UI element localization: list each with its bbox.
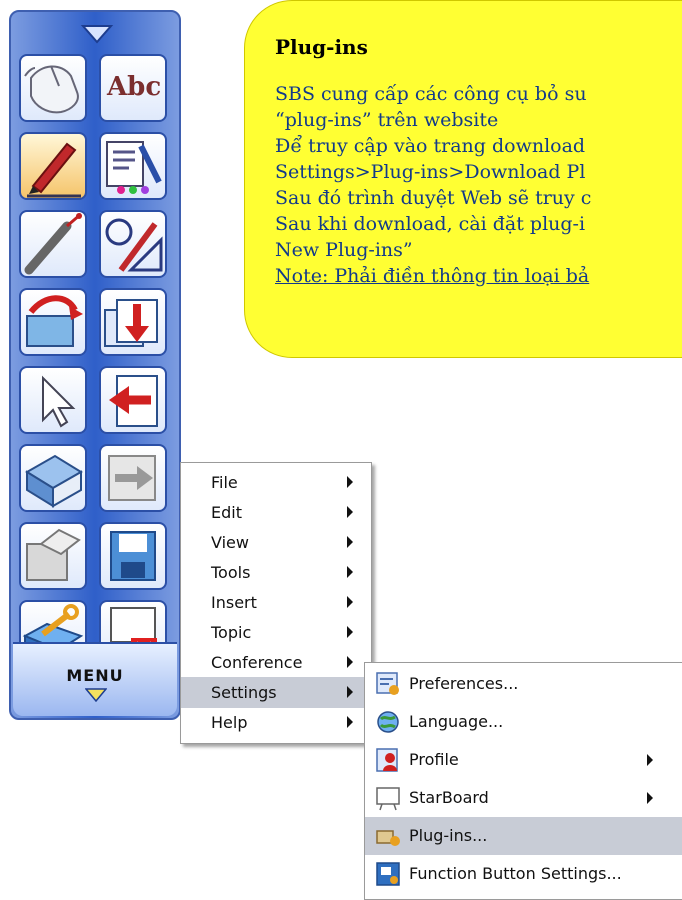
note-line: SBS cung cấp các công cụ bỏ su — [275, 83, 587, 105]
submenu-item-profile[interactable]: Profile — [365, 741, 682, 779]
submenu-arrow-icon — [347, 656, 353, 668]
function-button-icon — [376, 862, 400, 886]
next-page-button[interactable] — [99, 444, 167, 512]
submenu-arrow-icon — [347, 686, 353, 698]
menu-item-help[interactable]: Help — [181, 707, 371, 738]
menu-item-view[interactable]: View — [181, 527, 371, 558]
preferences-icon — [376, 672, 399, 695]
menu-down-arrow-icon — [85, 688, 107, 702]
submenu-item-language[interactable]: Language... — [365, 703, 682, 741]
note-line: Sau khi download, cài đặt plug-i — [275, 213, 586, 235]
submenu-item-starboard[interactable]: StarBoard — [365, 779, 682, 817]
open-file-button[interactable] — [19, 288, 87, 356]
menu-item-file[interactable]: File — [181, 467, 371, 498]
text-tool-label: Abc — [107, 72, 162, 102]
submenu-arrow-icon — [647, 754, 653, 766]
pen-icon — [27, 142, 81, 198]
settings-submenu: Preferences... Language... Profile StarB… — [364, 662, 682, 900]
menu-item-label: View — [211, 533, 249, 552]
pen-tool-button[interactable] — [19, 132, 87, 200]
submenu-item-function-button-settings[interactable]: Function Button Settings... — [365, 855, 682, 893]
menu-button-label: MENU — [66, 666, 124, 685]
back-button[interactable] — [99, 366, 167, 434]
menu-item-label: Tools — [211, 563, 251, 582]
pen-settings-button[interactable] — [99, 132, 167, 200]
menu-item-conference[interactable]: Conference — [181, 647, 371, 678]
mouse-tool-button[interactable] — [19, 54, 87, 122]
submenu-item-label: StarBoard — [409, 788, 489, 807]
pages-button[interactable] — [19, 444, 87, 512]
submenu-arrow-icon — [347, 506, 353, 518]
note-line: Để truy cập vào trang download — [275, 135, 586, 157]
pages-stack-icon — [25, 454, 83, 508]
laser-pointer-icon — [24, 212, 82, 275]
starboard-icon — [376, 787, 400, 811]
plugins-note: Plug-ins SBS cung cấp các công cụ bỏ su … — [244, 0, 682, 358]
capture-icon — [26, 528, 81, 581]
text-tool-button[interactable]: Abc — [99, 54, 167, 122]
note-footnote: Note: Phải điền thông tin loại bả — [275, 265, 590, 287]
next-arrow-icon — [108, 455, 156, 501]
profile-icon — [376, 748, 398, 772]
menu-item-label: Edit — [211, 503, 242, 522]
plugins-icon — [376, 830, 400, 846]
submenu-arrow-icon — [347, 716, 353, 728]
back-arrow-icon — [109, 375, 158, 427]
open-folder-icon — [26, 295, 83, 347]
submenu-arrow-icon — [347, 626, 353, 638]
note-line: New Plug-ins” — [275, 239, 413, 261]
starboard-toolbar: Abc MENU — [9, 10, 181, 720]
submenu-arrow-icon — [347, 476, 353, 488]
menu-button[interactable]: MENU — [13, 642, 177, 716]
note-line: “plug-ins” trên website — [275, 109, 499, 131]
save-button[interactable] — [99, 522, 167, 590]
menu-item-tools[interactable]: Tools — [181, 557, 371, 588]
submenu-item-plugins[interactable]: Plug-ins... — [365, 817, 682, 855]
submenu-arrow-icon — [347, 536, 353, 548]
collapse-arrow-icon[interactable] — [67, 20, 127, 48]
menu-item-label: File — [211, 473, 238, 492]
submenu-item-label: Plug-ins... — [409, 826, 488, 845]
mouse-icon — [24, 65, 79, 114]
submenu-item-label: Preferences... — [409, 674, 519, 693]
import-button[interactable] — [99, 288, 167, 356]
note-line: Sau đó trình duyệt Web sẽ truy c — [275, 187, 592, 209]
menu-item-insert[interactable]: Insert — [181, 587, 371, 618]
menu-item-settings[interactable]: Settings — [181, 677, 371, 708]
shape-icon — [105, 218, 163, 272]
submenu-arrow-icon — [347, 566, 353, 578]
submenu-item-label: Language... — [409, 712, 504, 731]
note-title: Plug-ins — [275, 35, 368, 59]
main-context-menu: File Edit View Tools Insert Topic Confer… — [180, 462, 372, 744]
menu-item-label: Help — [211, 713, 248, 732]
shape-tool-button[interactable] — [99, 210, 167, 278]
laser-pointer-button[interactable] — [19, 210, 87, 278]
pen-settings-icon — [106, 141, 162, 194]
menu-item-label: Insert — [211, 593, 257, 612]
select-tool-button[interactable] — [19, 366, 87, 434]
menu-item-topic[interactable]: Topic — [181, 617, 371, 648]
menu-item-label: Settings — [211, 683, 277, 702]
submenu-item-label: Function Button Settings... — [409, 864, 622, 883]
screen-capture-button[interactable] — [19, 522, 87, 590]
submenu-item-preferences[interactable]: Preferences... — [365, 665, 682, 703]
submenu-arrow-icon — [647, 792, 653, 804]
cursor-arrow-icon — [42, 375, 76, 428]
menu-item-edit[interactable]: Edit — [181, 497, 371, 528]
import-icon — [104, 299, 158, 347]
language-icon — [377, 711, 399, 733]
submenu-item-label: Profile — [409, 750, 459, 769]
menu-item-label: Topic — [211, 623, 252, 642]
note-line: Settings>Plug-ins>Download Pl — [275, 161, 586, 183]
submenu-arrow-icon — [347, 596, 353, 608]
menu-item-label: Conference — [211, 653, 303, 672]
save-disk-icon — [110, 531, 156, 581]
